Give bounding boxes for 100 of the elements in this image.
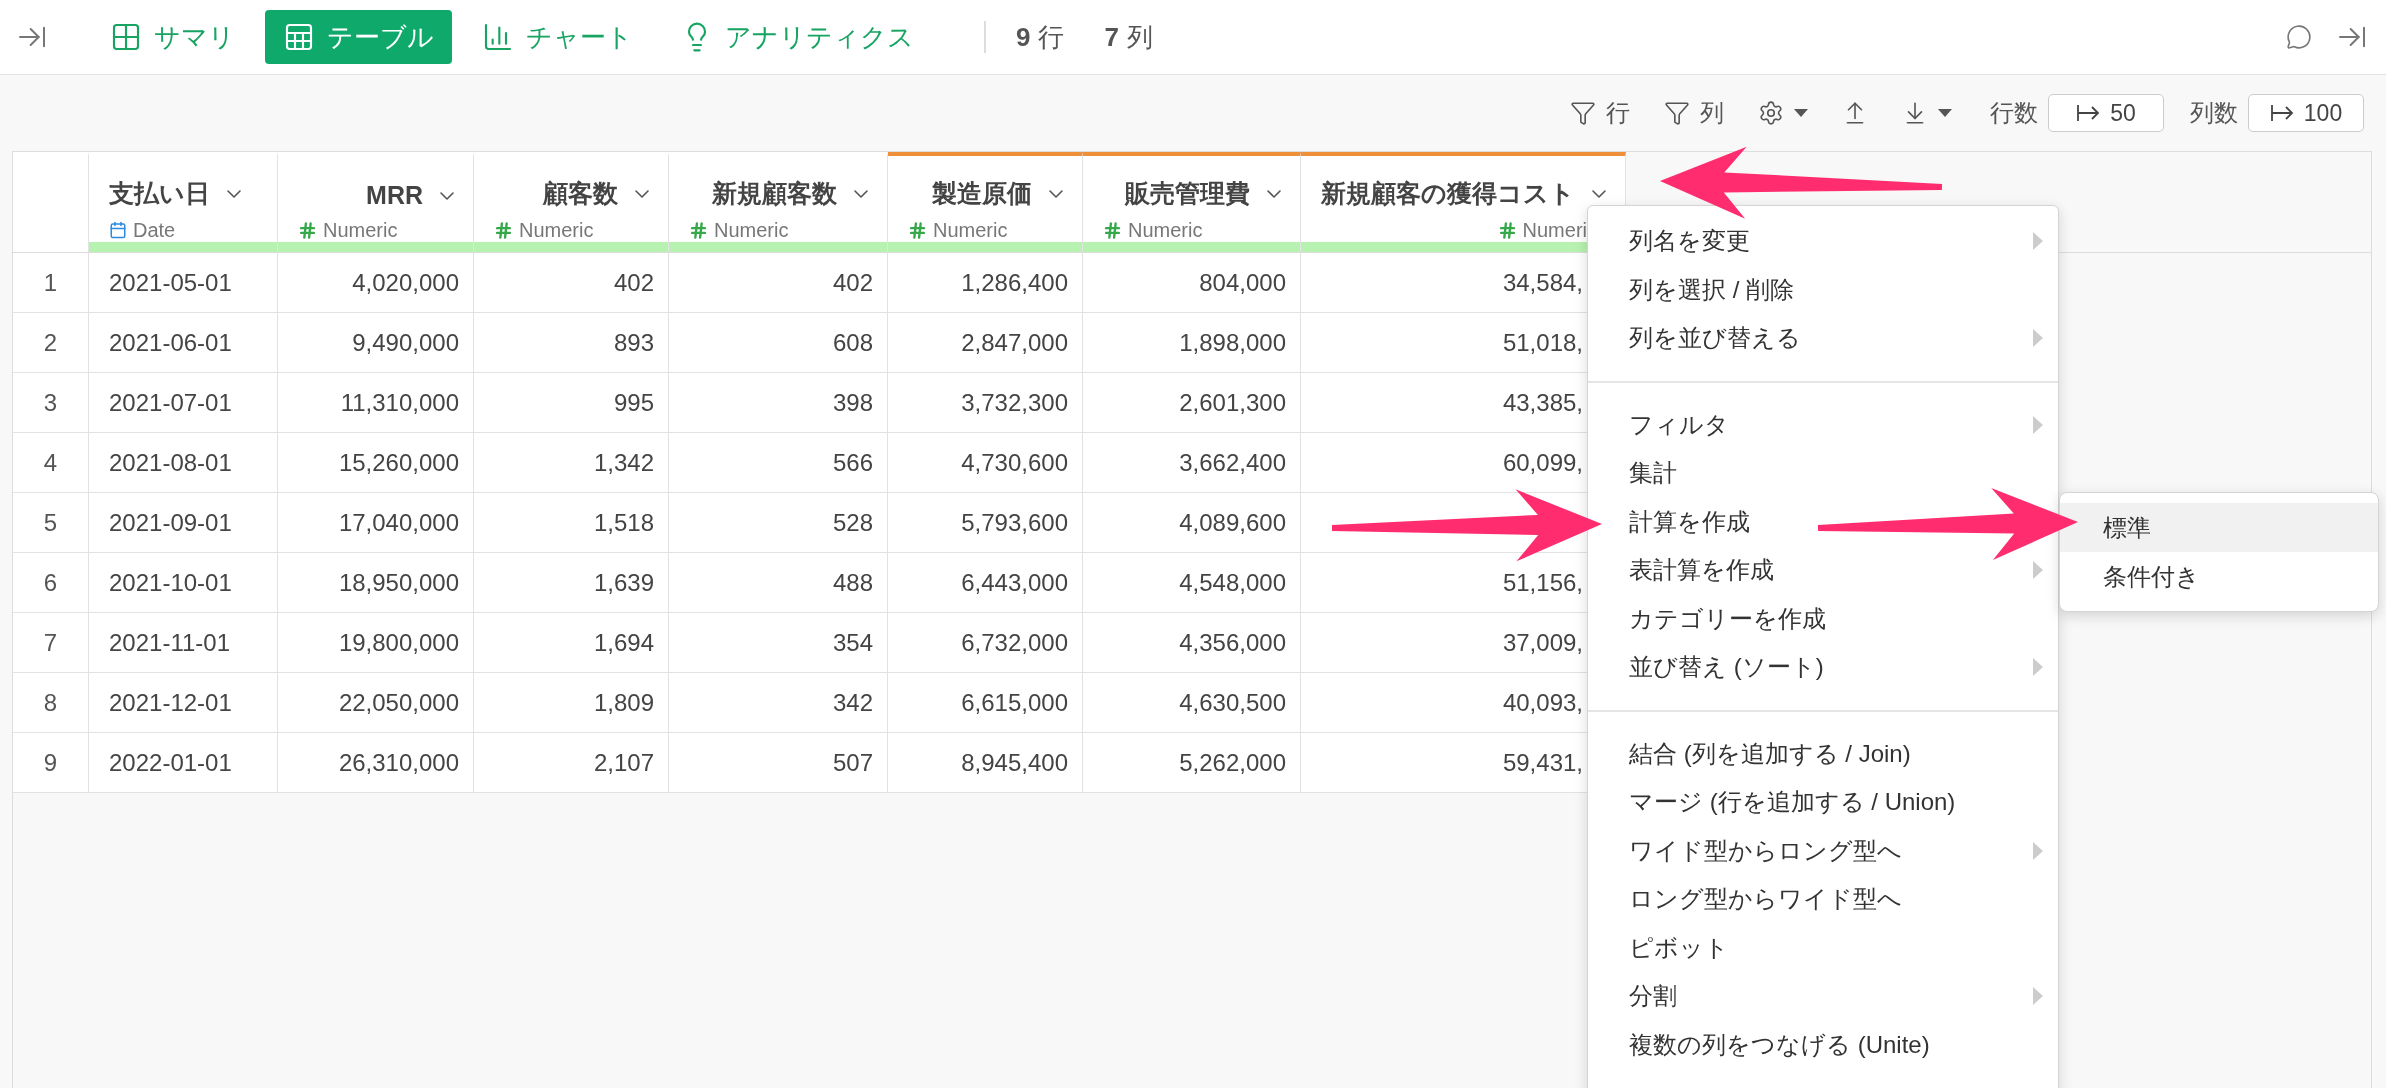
hash-icon	[1497, 220, 1517, 240]
table-cell: 2021-07-01	[89, 373, 278, 433]
row-number: 3	[13, 373, 89, 433]
menu-item[interactable]: ワイド型からロング型へ	[1588, 826, 2058, 875]
table-cell: 342	[669, 673, 888, 733]
table-cell: 4,630,500	[1083, 673, 1301, 733]
table-cell: 528	[669, 493, 888, 553]
table-cell: 5,262,000	[1083, 733, 1301, 793]
table-cell: 1,694	[474, 613, 669, 673]
menu-item[interactable]: ピボット	[1588, 923, 2058, 972]
bar-chart-icon	[482, 21, 514, 53]
row-number: 4	[13, 433, 89, 493]
table-icon	[283, 21, 315, 53]
submenu-item[interactable]: 標準	[2060, 503, 2378, 552]
table-cell: 4,089,600	[1083, 493, 1301, 553]
table-cell: 15,260,000	[278, 433, 474, 493]
caret-icon	[1794, 108, 1808, 118]
row-number: 8	[13, 673, 89, 733]
table-cell: 354	[669, 613, 888, 673]
table-cell: 17,040,000	[278, 493, 474, 553]
caret-icon	[1938, 108, 1952, 118]
table-cell: 2021-10-01	[89, 553, 278, 613]
table-cell: 6,443,000	[888, 553, 1083, 613]
hash-icon	[494, 220, 513, 240]
table-cell: 1,898,000	[1083, 313, 1301, 373]
count-label: 7 列	[1104, 20, 1153, 54]
row-filter-button[interactable]: 行	[1558, 93, 1642, 133]
column-type: Date	[133, 218, 176, 242]
table-cell: 3,732,300	[888, 373, 1083, 433]
table-cell: 2021-11-01	[89, 613, 278, 673]
table-cell: 804,000	[1083, 253, 1301, 313]
row-limit-label: 行数	[1990, 98, 2038, 128]
row-number: 6	[13, 553, 89, 613]
column-type: Numeric	[1128, 218, 1203, 242]
table-cell: 4,356,000	[1083, 613, 1301, 673]
table-cell: 893	[474, 313, 669, 373]
column-limit-label: 列数	[2190, 98, 2238, 128]
submenu-arrow-icon	[2032, 560, 2044, 581]
table-cell: 3,662,400	[1083, 433, 1301, 493]
table-cell: 1,286,400	[888, 253, 1083, 313]
table-cell: 22,050,000	[278, 673, 474, 733]
row-number: 9	[13, 733, 89, 793]
column-header[interactable]: 支払い日 Date	[89, 152, 278, 253]
table-cell: 566	[669, 433, 888, 493]
column-header[interactable]: MRR Numeric	[278, 152, 474, 253]
grid-icon	[110, 21, 142, 53]
column-title: 販売管理費	[1125, 178, 1250, 209]
menu-item[interactable]: 分割	[1588, 972, 2058, 1021]
table-cell: 4,020,000	[278, 253, 474, 313]
column-type: Numeric	[323, 218, 398, 242]
hash-icon	[689, 220, 708, 240]
submenu-arrow-icon	[2032, 231, 2044, 252]
table-cell: 4,548,000	[1083, 553, 1301, 613]
table-cell: 18,950,000	[278, 553, 474, 613]
submenu-item[interactable]: 条件付き	[2060, 552, 2378, 601]
table-cell: 995	[474, 373, 669, 433]
submenu-arrow-icon	[2032, 657, 2044, 678]
table-cell: 11,310,000	[278, 373, 474, 433]
row-limit-button[interactable]: 50	[2048, 94, 2164, 132]
column-title: 新規顧客数	[712, 178, 837, 209]
column-limit-button[interactable]: 100	[2248, 94, 2364, 132]
calendar-icon	[109, 221, 127, 239]
table-cell: 8,945,400	[888, 733, 1083, 793]
table-cell: 19,800,000	[278, 613, 474, 673]
column-title: 製造原価	[932, 178, 1032, 209]
menu-item[interactable]: ロング型からワイド型へ	[1588, 875, 2058, 924]
column-header[interactable]: 製造原価 Numeric	[888, 152, 1083, 253]
column-type: Numeric	[933, 218, 1008, 242]
table-cell: 1,809	[474, 673, 669, 733]
row-number: 1	[13, 253, 89, 313]
menu-item[interactable]: 複数の列をつなげる (Unite)	[1588, 1020, 2058, 1069]
row-number: 2	[13, 313, 89, 373]
table-cell: 2,847,000	[888, 313, 1083, 373]
column-header[interactable]: 販売管理費 Numeric	[1083, 152, 1301, 253]
column-title: 顧客数	[543, 178, 618, 209]
table-cell: 488	[669, 553, 888, 613]
table-cell: 4,730,600	[888, 433, 1083, 493]
submenu-arrow-icon	[2032, 328, 2044, 349]
column-header[interactable]: 新規顧客数 Numeric	[669, 152, 888, 253]
table-cell: 1,518	[474, 493, 669, 553]
row-number: 7	[13, 613, 89, 673]
column-filter-button[interactable]: 列	[1652, 93, 1736, 133]
menu-item[interactable]: 計算を作成	[1588, 497, 2058, 546]
table-cell: 2,107	[474, 733, 669, 793]
table-cell: 398	[669, 373, 888, 433]
column-header[interactable]: 新規顧客の獲得コスト Numeri	[1301, 152, 1626, 253]
table-cell: 5,793,600	[888, 493, 1083, 553]
table-cell: 2021-08-01	[89, 433, 278, 493]
table-cell: 1,639	[474, 553, 669, 613]
submenu-arrow-icon	[2032, 986, 2044, 1007]
filter-icon	[1664, 100, 1690, 126]
table-cell: 507	[669, 733, 888, 793]
hash-icon	[908, 220, 927, 240]
table-cell: 6,732,000	[888, 613, 1083, 673]
table-cell: 402	[474, 253, 669, 313]
table-cell: 608	[669, 313, 888, 373]
column-title: MRR	[366, 181, 423, 210]
submenu-arrow-icon	[2032, 840, 2044, 861]
column-header[interactable]: 顧客数 Numeric	[474, 152, 669, 253]
table-cell: 2022-01-01	[89, 733, 278, 793]
